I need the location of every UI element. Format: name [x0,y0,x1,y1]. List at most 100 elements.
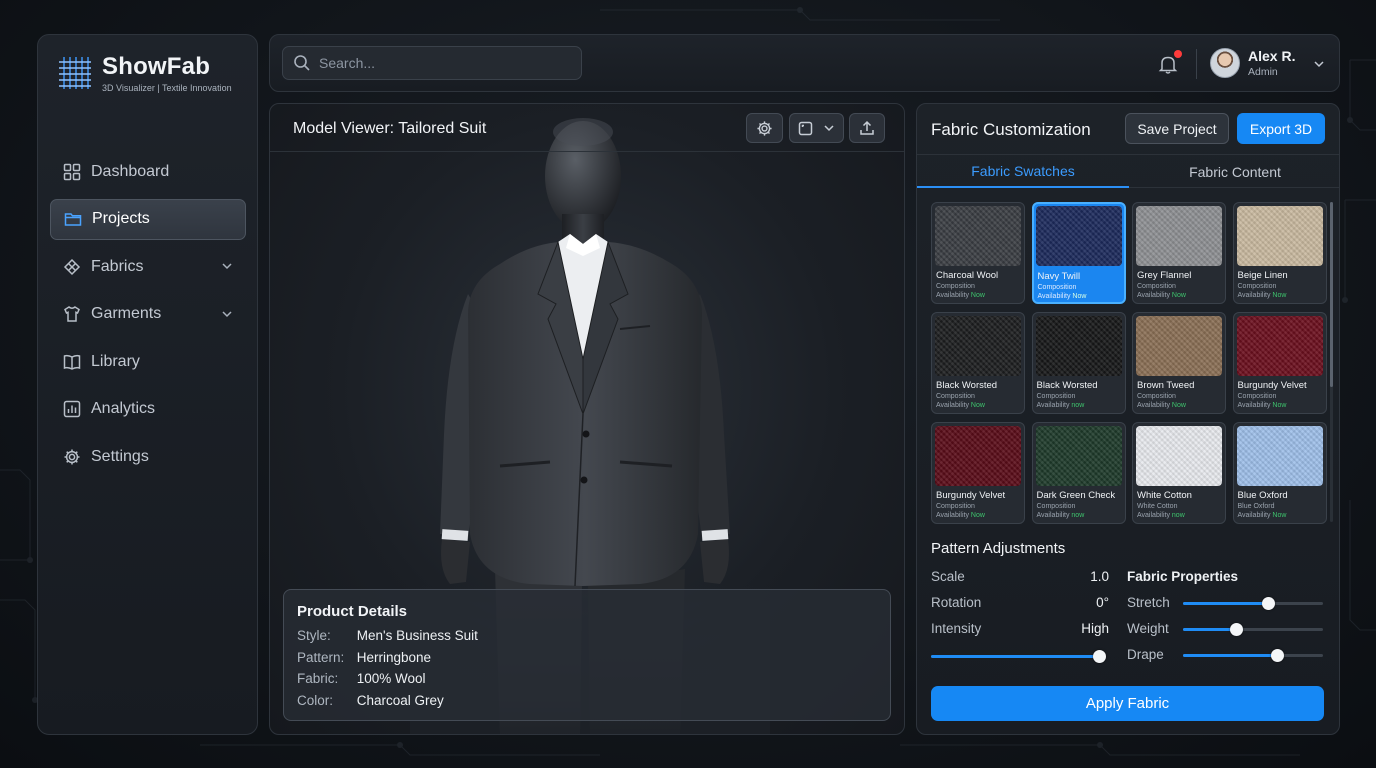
fabric-swatch[interactable]: Black Worsted Composition Availability now [1031,312,1126,414]
fabric-swatch[interactable]: Beige Linen Composition Availability Now [1232,202,1327,304]
intensity-value[interactable]: High [1057,621,1109,636]
fabric-swatch[interactable]: Dark Green Check Composition Availability … [1031,422,1126,524]
availability-status: now [1171,512,1185,519]
chart-icon [62,399,82,419]
gear-icon [757,120,772,136]
divider [1196,49,1197,79]
details-value: Herringbone [356,650,432,665]
grid-icon [62,162,82,182]
app-logo[interactable]: ShowFab 3D Visualizer | Textile Innovati… [56,53,232,93]
swatch-name: Brown Tweed [1137,380,1195,391]
swatch-composition: Composition [1137,393,1176,400]
swatch-name: White Cotton [1137,490,1192,501]
availability-status: Now [1072,293,1087,300]
swatch-availability: Availability now [1037,402,1085,409]
panel-tabs: Fabric Swatches Fabric Content [917,154,1339,188]
weight-slider[interactable] [1183,623,1323,636]
model-viewer: Model Viewer: Tailored Suit Product Deta… [269,103,905,735]
fabric-swatch[interactable]: Grey Flannel Composition Availability Now [1132,202,1226,304]
avatar[interactable] [1210,48,1240,78]
app-name: ShowFab [102,53,211,80]
swatch-name: Grey Flannel [1137,270,1192,281]
search-input[interactable] [319,55,559,71]
scale-value[interactable]: 1.0 [1067,569,1109,584]
availability-status: now [1071,402,1085,409]
fabric-properties-title: Fabric Properties [1127,569,1239,584]
availability-status: Now [1272,512,1287,519]
fabric-swatch[interactable]: Black Worsted Composition Availability Now [931,312,1025,414]
availability-status: Now [1171,402,1186,409]
sidebar-item-analytics[interactable]: Analytics [50,389,246,430]
user-name[interactable]: Alex R. [1248,48,1295,64]
swatch-composition: Composition [1237,393,1277,400]
fabric-swatch[interactable]: Brown Tweed Composition Availability Now [1132,312,1226,414]
swatch-availability: Availability Now [1137,292,1186,299]
export-3d-button[interactable]: Export 3D [1237,113,1325,144]
swatch-name: Dark Green Check [1036,490,1116,501]
intensity-slider[interactable] [931,650,1106,663]
share-button[interactable] [849,113,885,143]
search-box[interactable] [282,46,582,80]
tab-fabric-content[interactable]: Fabric Content [1129,155,1339,188]
sidebar-item-garments[interactable]: Garments [50,294,246,335]
swatch-thumbnail [935,426,1021,486]
slider-fill [931,655,1099,658]
swatch-availability: Availability Now [1238,512,1287,519]
sidebar-item-label: Settings [91,448,149,466]
slider-knob[interactable] [1262,597,1275,610]
fabric-swatch[interactable]: Burgundy Velvet Composition Availability N… [1232,312,1327,414]
scroll-thumb[interactable] [1330,202,1333,387]
slider-knob[interactable] [1093,650,1106,663]
swatch-thumbnail [1035,426,1122,486]
swatch-composition: Composition [1036,393,1076,400]
fabric-swatch[interactable]: White Cotton White Cotton Availability now [1132,422,1226,524]
sidebar-item-fabrics[interactable]: Fabrics [50,246,246,287]
slider-knob[interactable] [1271,649,1284,662]
shirt-icon [62,304,82,324]
slider-knob[interactable] [1230,623,1243,636]
swatch-name: Black Worsted [936,380,998,391]
fabric-swatch[interactable]: Blue Oxford Blue Oxford Availability Now [1232,422,1327,524]
chevron-down-icon[interactable] [1312,57,1326,71]
swatch-composition: Composition [936,503,975,510]
rotation-value[interactable]: 0° [1067,595,1109,610]
sidebar-nav: Dashboard Projects Fabrics Garments Libr… [50,151,246,484]
fabric-swatch[interactable]: Burgundy Velvet Composition Availability N… [931,422,1025,524]
save-project-button[interactable]: Save Project [1125,113,1229,144]
slider-fill [1183,628,1236,631]
drape-slider[interactable] [1183,649,1323,662]
frame-icon [798,121,812,135]
fabric-swatch[interactable]: Navy Twill Composition Availability Now [1031,202,1126,304]
sidebar-item-settings[interactable]: Settings [50,437,246,478]
apply-fabric-button[interactable]: Apply Fabric [931,686,1324,721]
details-title: Product Details [297,603,408,620]
swatch-thumbnail [1236,206,1323,266]
fabric-customization-panel: Fabric Customization Save Project Export… [916,103,1340,735]
pattern-adjustments-title: Pattern Adjustments [931,540,1066,557]
notification-dot [1174,50,1182,58]
swatch-thumbnail [1136,316,1222,376]
swatch-name: Charcoal Wool [936,270,999,281]
chevron-down-icon[interactable] [220,259,234,273]
tab-fabric-swatches[interactable]: Fabric Swatches [917,155,1129,188]
availability-label: Availability [1137,402,1170,409]
sidebar-item-projects[interactable]: Projects [50,198,246,240]
details-value: Charcoal Grey [356,693,444,708]
chevron-down-icon[interactable] [220,307,234,321]
viewer-settings-button[interactable] [746,113,783,143]
swatch-scrollbar[interactable] [1330,202,1333,522]
swatch-availability: Availability Now [1238,402,1287,409]
sidebar-item-library[interactable]: Library [50,341,246,382]
fabric-swatch[interactable]: Charcoal Wool Composition Availability Now [931,202,1025,304]
swatch-thumbnail [1236,316,1323,376]
view-mode-dropdown[interactable] [789,113,844,143]
swatch-thumbnail [1136,426,1222,486]
upload-icon [860,120,874,135]
stretch-slider[interactable] [1183,597,1323,610]
swatch-name: Blue Oxford [1237,490,1288,501]
woven-grid-logo-icon [59,57,91,89]
sidebar-item-dashboard[interactable]: Dashboard [50,151,246,192]
swatch-composition: Composition [936,393,975,400]
details-row: Pattern: Herringbone [297,650,431,665]
details-key: Style: [297,628,331,643]
